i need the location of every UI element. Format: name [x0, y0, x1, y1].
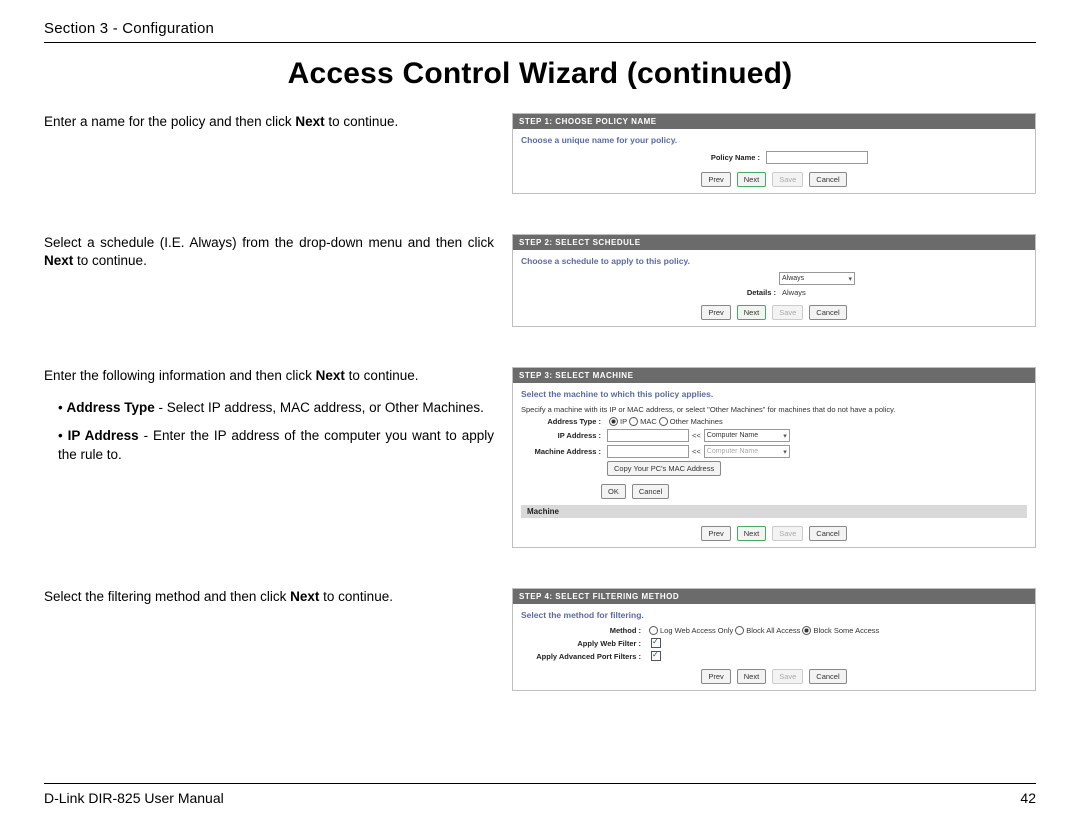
bullet-2: • IP Address - Enter the IP address of t…: [58, 427, 494, 463]
radio-block-all[interactable]: [735, 626, 744, 635]
prev-button[interactable]: Prev: [701, 172, 730, 187]
web-filter-label: Apply Web Filter :: [521, 639, 647, 648]
row-step3: Enter the following information and then…: [44, 367, 1036, 548]
step3-instruction: Enter the following information and then…: [44, 367, 494, 474]
radio-label: Block All Access: [746, 626, 800, 635]
panel-subtitle: Choose a unique name for your policy.: [521, 135, 1027, 145]
machine-header: Machine: [521, 505, 1027, 518]
radio-label: Log Web Access Only: [660, 626, 733, 635]
select-value: Always: [782, 275, 804, 282]
panel-step1: STEP 1: CHOOSE POLICY NAME Choose a uniq…: [512, 113, 1036, 194]
method-label: Method :: [521, 626, 647, 635]
clear-button[interactable]: Cancel: [632, 484, 669, 499]
next-button[interactable]: Next: [737, 526, 766, 541]
step4-instruction: Select the filtering method and then cli…: [44, 588, 494, 606]
next-button[interactable]: Next: [737, 172, 766, 187]
details-value: Always: [782, 288, 852, 297]
port-filter-checkbox[interactable]: [651, 651, 661, 661]
panel-header: STEP 3: SELECT MACHINE: [513, 368, 1035, 383]
details-label: Details :: [696, 288, 782, 297]
save-button[interactable]: Save: [772, 526, 803, 541]
panel-subtitle: Select the machine to which this policy …: [521, 389, 1027, 399]
next-button[interactable]: Next: [737, 305, 766, 320]
footer-left: D-Link DIR-825 User Manual: [44, 790, 224, 806]
copy-mac-button[interactable]: Copy Your PC's MAC Address: [607, 461, 721, 476]
cancel-button[interactable]: Cancel: [809, 305, 846, 320]
policy-name-label: Policy Name :: [680, 153, 766, 162]
panel-subtitle: Select the method for filtering.: [521, 610, 1027, 620]
text: Select a schedule (I.E. Always) from the…: [44, 235, 494, 250]
ok-button[interactable]: OK: [601, 484, 626, 499]
computer-name-select[interactable]: Computer Name: [704, 429, 790, 442]
row-step1: Enter a name for the policy and then cli…: [44, 113, 1036, 194]
port-filter-label: Apply Advanced Port Filters :: [521, 652, 647, 661]
bullet-1: • Address Type - Select IP address, MAC …: [58, 399, 494, 417]
text-bold: Next: [316, 368, 345, 383]
page-title: Access Control Wizard (continued): [44, 57, 1036, 91]
text-bold: Next: [295, 114, 324, 129]
panel-step4: STEP 4: SELECT FILTERING METHOD Select t…: [512, 588, 1036, 691]
computer-name-select-2[interactable]: Computer Name: [704, 445, 790, 458]
footer: D-Link DIR-825 User Manual 42: [44, 783, 1036, 806]
text: - Select IP address, MAC address, or Oth…: [155, 400, 484, 415]
addr-type-label: Address Type :: [521, 417, 607, 426]
schedule-select[interactable]: Always: [779, 272, 855, 285]
ip-address-label: IP Address :: [521, 431, 607, 440]
panel-header: STEP 4: SELECT FILTERING METHOD: [513, 589, 1035, 604]
arrow-icon: <<: [692, 431, 701, 440]
text: Enter a name for the policy and then cli…: [44, 114, 295, 129]
radio-other[interactable]: [659, 417, 668, 426]
radio-log[interactable]: [649, 626, 658, 635]
save-button[interactable]: Save: [772, 669, 803, 684]
cancel-button[interactable]: Cancel: [809, 526, 846, 541]
panel-step2: STEP 2: SELECT SCHEDULE Choose a schedul…: [512, 234, 1036, 327]
cancel-button[interactable]: Cancel: [809, 669, 846, 684]
panel-step3: STEP 3: SELECT MACHINE Select the machin…: [512, 367, 1036, 548]
select-value: Computer Name: [707, 448, 758, 455]
text: Select the filtering method and then cli…: [44, 589, 290, 604]
radio-mac[interactable]: [629, 417, 638, 426]
prev-button[interactable]: Prev: [701, 669, 730, 684]
radio-label: MAC: [640, 417, 657, 426]
prev-button[interactable]: Prev: [701, 526, 730, 541]
machine-address-label: Machine Address :: [521, 447, 607, 456]
panel-header: STEP 1: CHOOSE POLICY NAME: [513, 114, 1035, 129]
prev-button[interactable]: Prev: [701, 305, 730, 320]
section-label: Section 3 - Configuration: [44, 20, 214, 37]
step1-instruction: Enter a name for the policy and then cli…: [44, 113, 494, 131]
text: to continue.: [345, 368, 419, 383]
select-value: Computer Name: [707, 432, 758, 439]
ip-address-input[interactable]: [607, 429, 689, 442]
row-step4: Select the filtering method and then cli…: [44, 588, 1036, 691]
row-step2: Select a schedule (I.E. Always) from the…: [44, 234, 1036, 327]
panel-note: Specify a machine with its IP or MAC add…: [521, 405, 1027, 414]
policy-name-input[interactable]: [766, 151, 868, 164]
panel-header: STEP 2: SELECT SCHEDULE: [513, 235, 1035, 250]
text: to continue.: [73, 253, 147, 268]
machine-address-input[interactable]: [607, 445, 689, 458]
text: to continue.: [319, 589, 393, 604]
text: to continue.: [325, 114, 399, 129]
panel-subtitle: Choose a schedule to apply to this polic…: [521, 256, 1027, 266]
save-button[interactable]: Save: [772, 172, 803, 187]
arrow-icon: <<: [692, 447, 701, 456]
step2-instruction: Select a schedule (I.E. Always) from the…: [44, 234, 494, 270]
text: Enter the following information and then…: [44, 368, 316, 383]
radio-ip[interactable]: [609, 417, 618, 426]
radio-label: IP: [620, 417, 627, 426]
save-button[interactable]: Save: [772, 305, 803, 320]
content: Enter a name for the policy and then cli…: [44, 113, 1036, 691]
header-rule: Section 3 - Configuration: [44, 20, 1036, 43]
radio-block-some[interactable]: [802, 626, 811, 635]
text-bold: IP Address: [68, 428, 139, 443]
text-bold: Next: [290, 589, 319, 604]
text-bold: Next: [44, 253, 73, 268]
radio-label: Other Machines: [670, 417, 723, 426]
text-bold: Address Type: [66, 400, 154, 415]
next-button[interactable]: Next: [737, 669, 766, 684]
web-filter-checkbox[interactable]: [651, 638, 661, 648]
cancel-button[interactable]: Cancel: [809, 172, 846, 187]
radio-label: Block Some Access: [813, 626, 879, 635]
page-number: 42: [1020, 790, 1036, 806]
